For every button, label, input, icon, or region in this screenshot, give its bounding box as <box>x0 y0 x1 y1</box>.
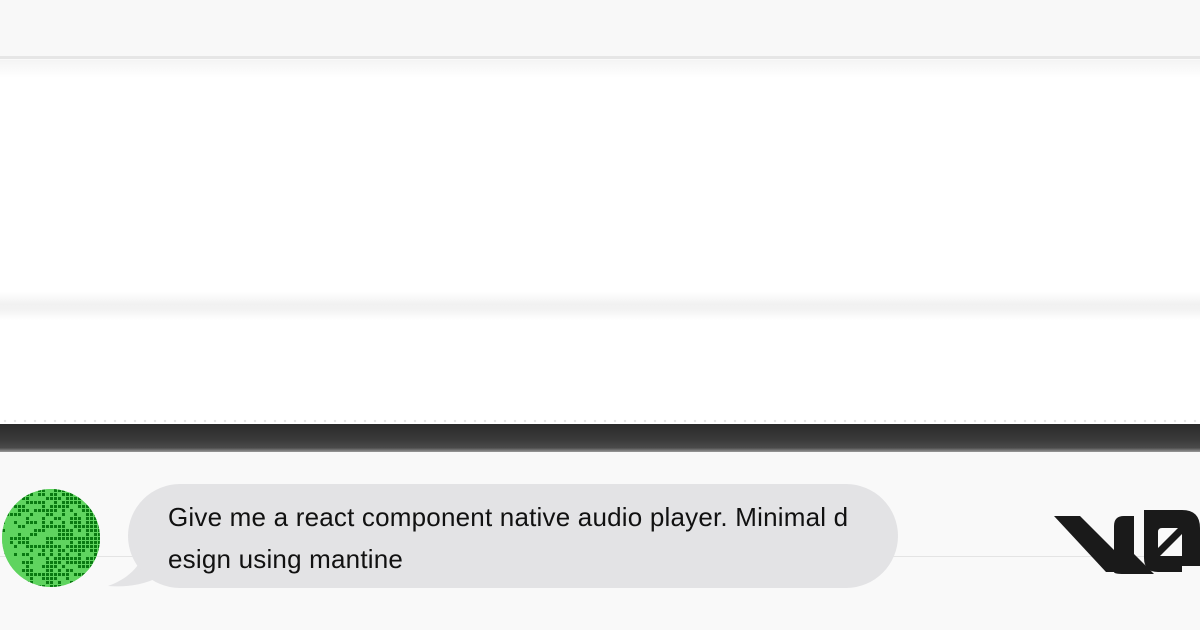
avatar-pattern <box>2 489 100 587</box>
user-message-text: Give me a react component native audio p… <box>168 502 849 574</box>
user-message-bubble: Give me a react component native audio p… <box>128 484 898 588</box>
chat-area: Give me a react component native audio p… <box>0 452 1200 630</box>
preview-band <box>0 292 1200 320</box>
preview-fade <box>0 60 1200 78</box>
dark-divider <box>0 424 1200 452</box>
top-bar <box>0 0 1200 59</box>
v0-logo-icon <box>1054 510 1200 574</box>
user-avatar-icon <box>2 489 100 587</box>
v0-share-card: Give me a react component native audio p… <box>0 0 1200 630</box>
preview-panel <box>0 60 1200 424</box>
